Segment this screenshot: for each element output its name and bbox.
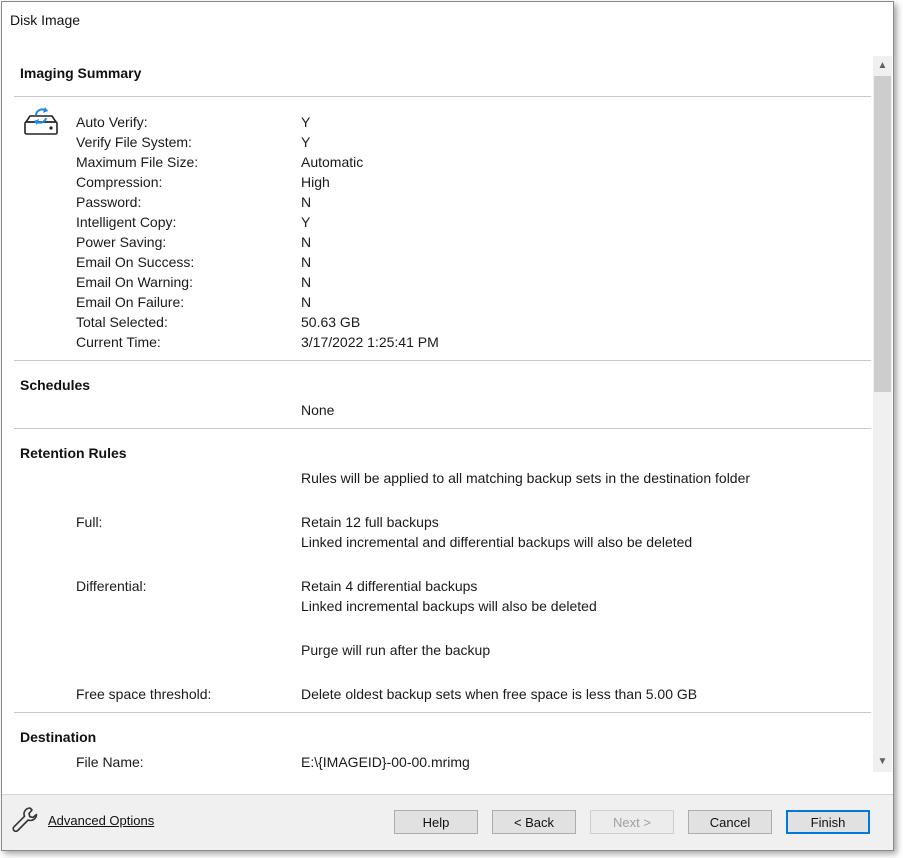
compression-value: High [301, 174, 330, 190]
finish-button[interactable]: Finish [786, 810, 870, 834]
retention-diff-line2: Linked incremental backups will also be … [301, 598, 597, 614]
section-divider [14, 428, 871, 429]
auto-verify-label: Auto Verify: [76, 114, 148, 130]
cancel-button[interactable]: Cancel [688, 810, 772, 834]
disk-refresh-icon [24, 107, 58, 135]
retention-purge: Purge will run after the backup [301, 642, 491, 658]
window-title: Disk Image [10, 12, 81, 28]
disk-image-dialog: Disk Image Imaging Summary Auto Verify: … [1, 1, 894, 851]
max-file-size-label: Maximum File Size: [76, 154, 199, 170]
intelligent-copy-label: Intelligent Copy: [76, 214, 177, 230]
retention-diff-label: Differential: [76, 578, 147, 594]
auto-verify-value: Y [301, 114, 311, 130]
email-warning-label: Email On Warning: [76, 274, 193, 290]
current-time-label: Current Time: [76, 334, 161, 350]
section-divider [14, 360, 871, 361]
total-selected-value: 50.63 GB [301, 314, 361, 330]
power-saving-label: Power Saving: [76, 234, 167, 250]
total-selected-label: Total Selected: [76, 314, 168, 330]
wrench-icon [12, 807, 38, 833]
section-divider [14, 96, 871, 97]
verify-file-system-value: Y [301, 134, 311, 150]
password-value: N [301, 194, 312, 210]
section-divider [14, 712, 871, 713]
retention-intro: Rules will be applied to all matching ba… [301, 470, 751, 486]
email-failure-label: Email On Failure: [76, 294, 185, 310]
free-space-value: Delete oldest backup sets when free spac… [301, 686, 698, 702]
schedules-value: None [301, 402, 335, 418]
back-button[interactable]: < Back [492, 810, 576, 834]
file-name-label: File Name: [76, 754, 144, 770]
scrollbar-thumb[interactable] [874, 76, 891, 392]
email-success-value: N [301, 254, 312, 270]
retention-full-line1: Retain 12 full backups [301, 514, 439, 530]
max-file-size-value: Automatic [301, 154, 364, 170]
retention-rules-heading: Retention Rules [20, 445, 127, 461]
verify-file-system-label: Verify File System: [76, 134, 192, 150]
scroll-down-icon[interactable]: ▼ [873, 752, 892, 770]
advanced-options[interactable]: Advanced Options [10, 805, 154, 835]
compression-label: Compression: [76, 174, 163, 190]
retention-full-label: Full: [76, 514, 103, 530]
email-success-label: Email On Success: [76, 254, 195, 270]
scroll-up-icon[interactable]: ▲ [873, 56, 892, 74]
retention-full-line2: Linked incremental and differential back… [301, 534, 693, 550]
email-warning-value: N [301, 274, 312, 290]
vertical-scrollbar[interactable]: ▲ ▼ [873, 56, 892, 772]
schedules-heading: Schedules [20, 377, 91, 393]
retention-diff-line1: Retain 4 differential backups [301, 578, 478, 594]
next-button[interactable]: Next > [590, 810, 674, 834]
email-failure-value: N [301, 294, 312, 310]
intelligent-copy-value: Y [301, 214, 311, 230]
dialog-footer: Advanced Options Help < Back Next > Canc… [2, 795, 893, 850]
help-button[interactable]: Help [394, 810, 478, 834]
current-time-value: 3/17/2022 1:25:41 PM [301, 334, 439, 350]
free-space-label: Free space threshold: [76, 686, 212, 702]
destination-heading: Destination [20, 729, 97, 745]
summary-content: Imaging Summary Auto Verify: Y Verify Fi… [2, 56, 873, 772]
power-saving-value: N [301, 234, 312, 250]
file-name-value: E:\{IMAGEID}-00-00.mrimg [301, 754, 470, 770]
imaging-summary-heading: Imaging Summary [20, 65, 142, 81]
password-label: Password: [76, 194, 142, 210]
advanced-options-link[interactable]: Advanced Options [48, 813, 154, 828]
